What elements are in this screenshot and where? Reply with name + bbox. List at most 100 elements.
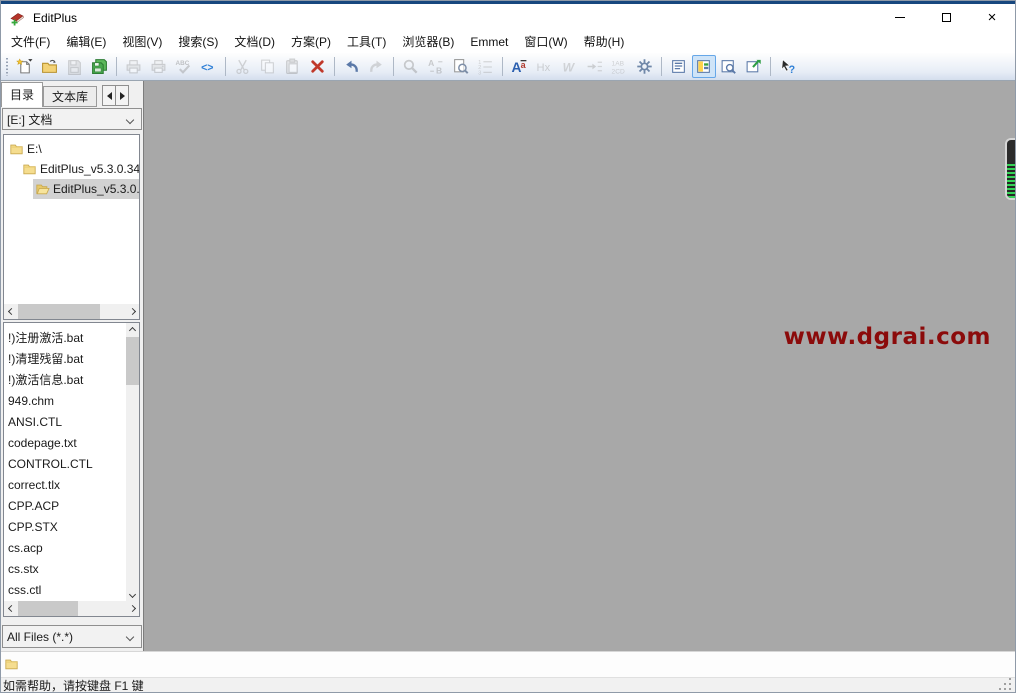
font-button[interactable] xyxy=(508,55,532,78)
copy-button[interactable] xyxy=(256,55,280,78)
menu-item[interactable]: Emmet xyxy=(462,31,516,53)
scroll-left-button[interactable] xyxy=(4,304,18,319)
tree-node-label: EditPlus_v5.3.0.342 xyxy=(40,162,139,176)
font-icon xyxy=(511,58,528,75)
scroll-right-button[interactable] xyxy=(125,601,139,616)
directory-window-icon xyxy=(695,58,712,75)
file-item[interactable]: !)清理残留.bat xyxy=(4,349,126,370)
cut-button[interactable] xyxy=(231,55,255,78)
tab-scroll-left-button[interactable] xyxy=(102,85,116,106)
directory-window-button[interactable] xyxy=(691,55,716,78)
close-button[interactable]: × xyxy=(969,4,1015,31)
tab-scroll-right-button[interactable] xyxy=(115,85,129,106)
scrollbar-thumb[interactable] xyxy=(18,304,100,319)
menu-item[interactable]: 视图(V) xyxy=(114,31,170,53)
menu-item[interactable]: 文档(D) xyxy=(226,31,283,53)
file-item[interactable]: css.ctl xyxy=(4,580,126,601)
editor-workspace[interactable]: www.dgrai.com xyxy=(143,81,1015,651)
find-in-files-icon xyxy=(452,58,469,75)
volume-indicator-overlay xyxy=(1005,138,1015,200)
toolbar-separator xyxy=(661,57,662,76)
open-file-button[interactable] xyxy=(38,55,62,78)
scroll-down-button[interactable] xyxy=(126,587,139,601)
scroll-up-button[interactable] xyxy=(126,323,139,337)
file-item[interactable]: codepage.txt xyxy=(4,433,126,454)
tab-cliptext[interactable]: 文本库 xyxy=(43,86,98,107)
file-filter-value: All Files (*.*) xyxy=(7,629,74,644)
content-area: 目录 文本库 [E:] 文档 E:\ EditPlus_v5.3.0.342 E… xyxy=(1,81,1015,651)
undo-icon xyxy=(343,58,360,75)
preferences-button[interactable] xyxy=(633,55,657,78)
scrollbar-thumb[interactable] xyxy=(126,337,139,385)
preview-window-button[interactable] xyxy=(717,55,741,78)
word-wrap-button[interactable] xyxy=(558,55,582,78)
save-all-button[interactable] xyxy=(88,55,112,78)
indent-button[interactable] xyxy=(583,55,607,78)
resize-grip[interactable] xyxy=(1009,688,1011,690)
menu-item[interactable]: 浏览器(B) xyxy=(394,31,462,53)
spell-check-button[interactable] xyxy=(172,55,196,78)
menu-item[interactable]: 编辑(E) xyxy=(58,31,114,53)
replace-button[interactable] xyxy=(424,55,448,78)
paste-icon xyxy=(284,58,301,75)
paste-button[interactable] xyxy=(281,55,305,78)
tab-directory[interactable]: 目录 xyxy=(1,82,44,107)
menu-item[interactable]: 窗口(W) xyxy=(516,31,575,53)
cliptext-window-button[interactable] xyxy=(667,55,691,78)
find-in-files-button[interactable] xyxy=(449,55,473,78)
line-numbers-icon xyxy=(611,58,628,75)
scroll-left-button[interactable] xyxy=(4,601,18,616)
tree-node[interactable]: EditPlus_v5.3.0.342 xyxy=(4,159,139,179)
menu-item[interactable]: 方案(P) xyxy=(283,31,339,53)
tree-node-content: E:\ xyxy=(7,139,44,159)
file-list-horizontal-scrollbar[interactable] xyxy=(4,601,139,616)
file-list-vertical-scrollbar[interactable] xyxy=(126,323,139,601)
redo-button[interactable] xyxy=(365,55,389,78)
triangle-right-icon xyxy=(119,91,125,100)
file-item[interactable]: cs.acp xyxy=(4,538,126,559)
file-item[interactable]: !)激活信息.bat xyxy=(4,370,126,391)
menu-item[interactable]: 工具(T) xyxy=(339,31,394,53)
file-item[interactable]: !)注册激活.bat xyxy=(4,328,126,349)
menu-item[interactable]: 帮助(H) xyxy=(576,31,633,53)
file-item[interactable]: correct.tlx xyxy=(4,475,126,496)
tree-node-content: EditPlus_v5.3.0.342 xyxy=(20,159,139,179)
scrollbar-thumb[interactable] xyxy=(18,601,78,616)
sort-button[interactable] xyxy=(474,55,498,78)
print-button[interactable] xyxy=(147,55,171,78)
context-help-button[interactable] xyxy=(776,55,800,78)
new-file-button[interactable] xyxy=(13,55,37,78)
maximize-button[interactable] xyxy=(923,4,969,31)
tree-node[interactable]: EditPlus_v5.3.0.34 xyxy=(4,179,139,199)
toolbar-grip[interactable] xyxy=(5,57,10,76)
scroll-right-button[interactable] xyxy=(125,304,139,319)
undo-button[interactable] xyxy=(340,55,364,78)
file-item[interactable]: CPP.STX xyxy=(4,517,126,538)
browser-window-icon xyxy=(745,58,762,75)
menu-item[interactable]: 文件(F) xyxy=(3,31,58,53)
save-button[interactable] xyxy=(63,55,87,78)
drive-selector-value: [E:] 文档 xyxy=(7,112,53,127)
print-preview-button[interactable] xyxy=(122,55,146,78)
menu-item[interactable]: 搜索(S) xyxy=(170,31,226,53)
file-filter-selector[interactable]: All Files (*.*) xyxy=(2,625,142,648)
file-item[interactable]: CPP.ACP xyxy=(4,496,126,517)
minimize-button[interactable] xyxy=(877,4,923,31)
delete-button[interactable] xyxy=(306,55,330,78)
file-item[interactable]: cs.stx xyxy=(4,559,126,580)
line-number-button[interactable] xyxy=(608,55,632,78)
browser-window-button[interactable] xyxy=(742,55,766,78)
tree-horizontal-scrollbar[interactable] xyxy=(4,304,139,319)
tree-node[interactable]: E:\ xyxy=(4,139,139,159)
drive-selector[interactable]: [E:] 文档 xyxy=(2,108,142,130)
file-item[interactable]: CONTROL.CTL xyxy=(4,454,126,475)
file-item[interactable]: 949.chm xyxy=(4,391,126,412)
folder-icon xyxy=(9,142,24,156)
preview-window-icon xyxy=(720,58,737,75)
file-item[interactable]: ANSI.CTL xyxy=(4,412,126,433)
find-button[interactable] xyxy=(399,55,423,78)
hex-view-button[interactable] xyxy=(533,55,557,78)
html-tag-button[interactable] xyxy=(197,55,221,78)
window-title: EditPlus xyxy=(33,10,78,25)
titlebar[interactable]: EditPlus × xyxy=(1,4,1015,31)
